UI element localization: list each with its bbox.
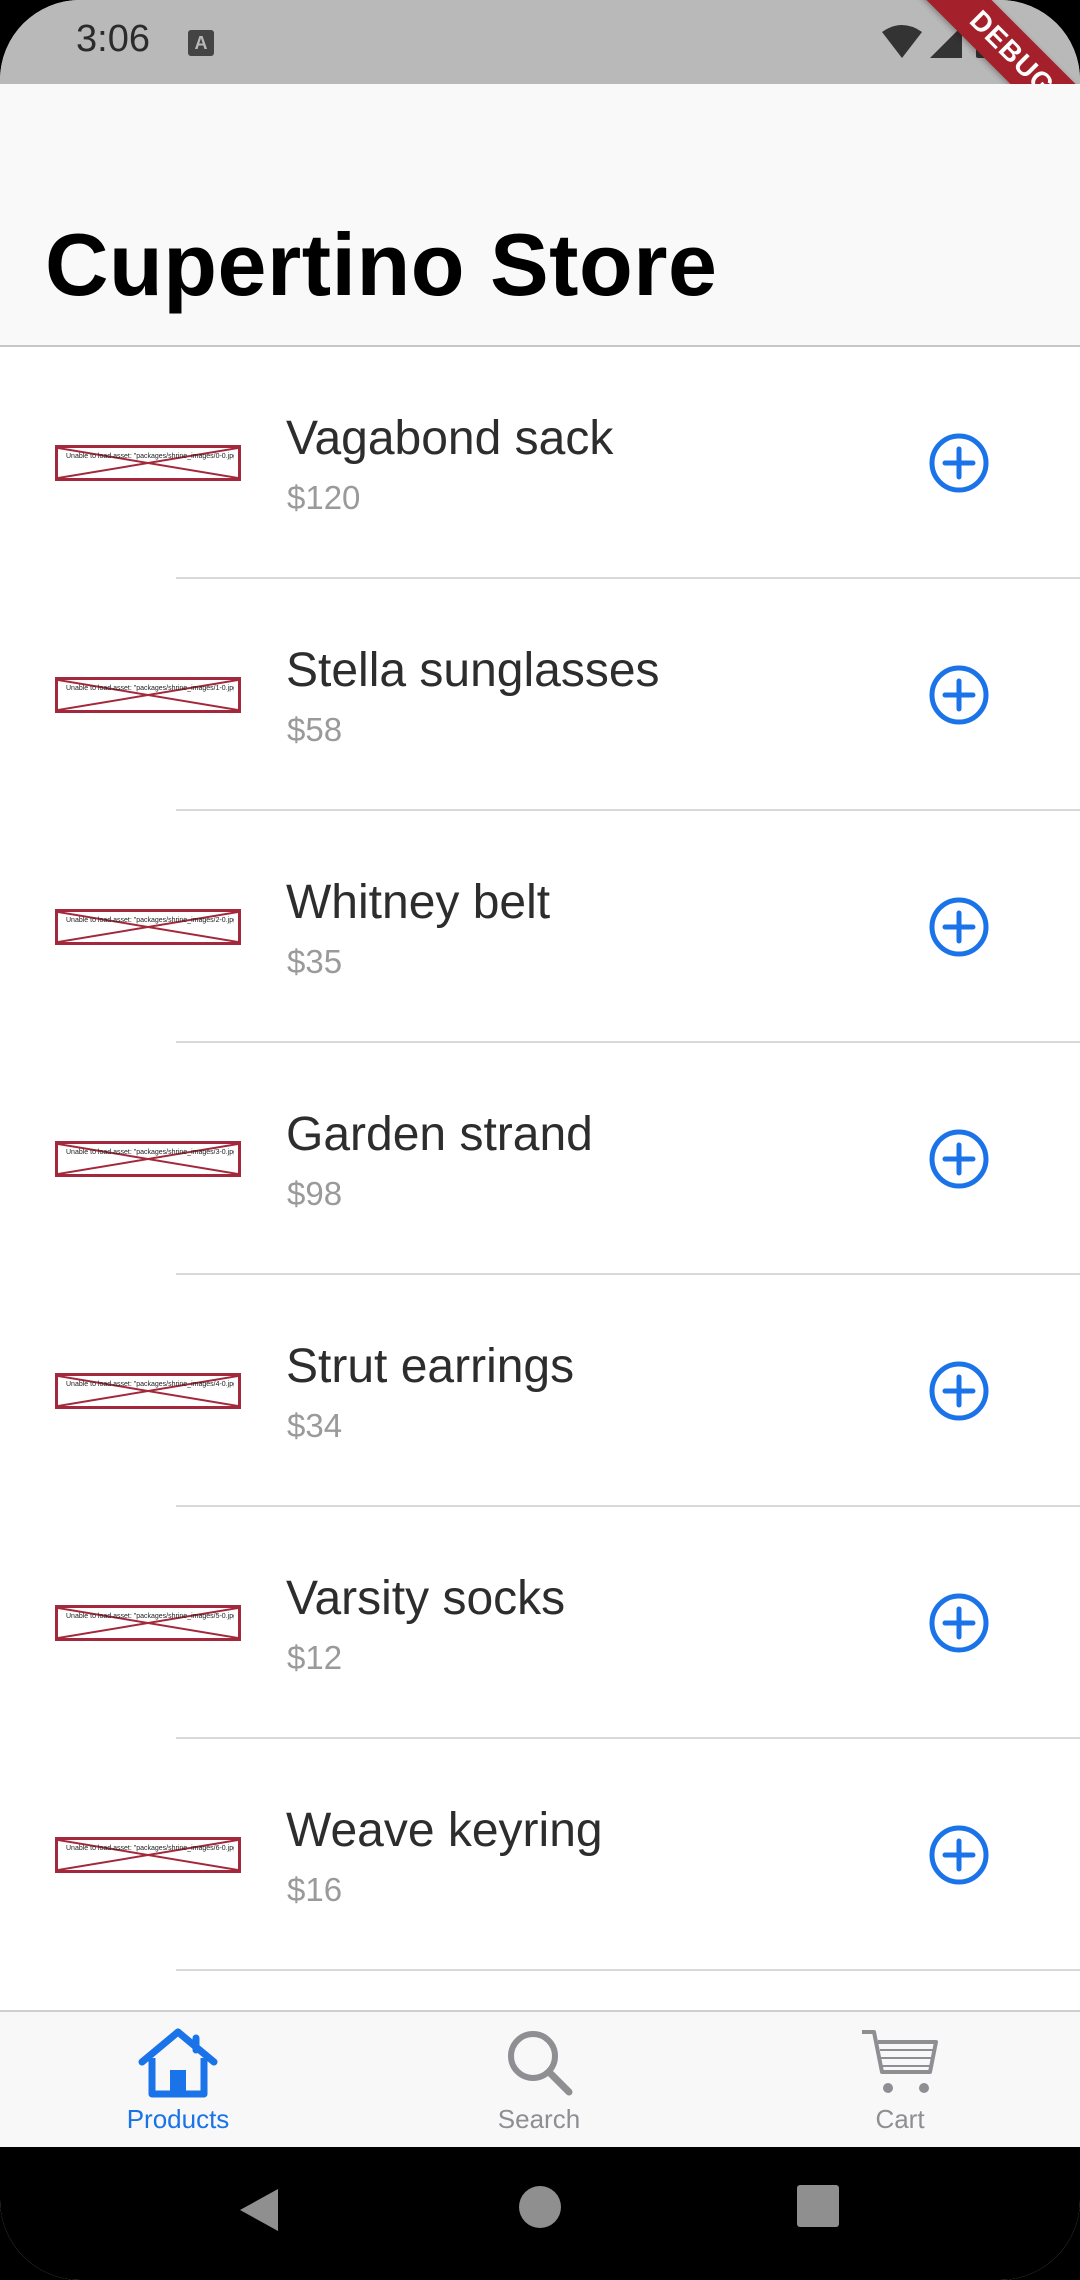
product-price: $34 (287, 1407, 343, 1444)
back-icon[interactable] (236, 2185, 282, 2235)
product-image-error: Unable to load asset: "packages/shrine_i… (55, 445, 241, 481)
product-name: Strut earrings (286, 1340, 575, 1393)
image-error-text: Unable to load asset: "packages/shrine_i… (66, 685, 234, 692)
product-image-error: Unable to load asset: "packages/shrine_i… (55, 909, 241, 945)
add-to-cart-icon[interactable] (928, 664, 990, 726)
tab-search-label: Search (497, 2104, 581, 2134)
home-button-icon[interactable] (518, 2185, 562, 2229)
product-price: $12 (287, 1639, 343, 1676)
list-item[interactable]: Unable to load asset: "packages/shrine_i… (0, 1507, 1080, 1739)
add-to-cart-icon[interactable] (928, 1360, 990, 1422)
list-item[interactable]: Unable to load asset: "packages/shrine_i… (0, 1739, 1080, 1971)
status-time: 3:06 (76, 18, 150, 60)
recents-icon[interactable] (797, 2185, 839, 2227)
product-name: Vagabond sack (286, 412, 614, 465)
product-image-error: Unable to load asset: "packages/shrine_i… (55, 1605, 241, 1641)
list-item[interactable]: Unable to load asset: "packages/shrine_i… (0, 579, 1080, 811)
image-error-text: Unable to load asset: "packages/shrine_i… (66, 917, 234, 924)
device-screen: 3:06 A DEBUG Cupertino Store Unable to l… (0, 0, 1080, 2280)
add-to-cart-icon[interactable] (928, 1824, 990, 1886)
system-navigation-bar (0, 2147, 1080, 2280)
list-item[interactable]: Unable to load asset: "packages/shrine_i… (0, 347, 1080, 579)
image-error-text: Unable to load asset: "packages/shrine_i… (66, 1613, 234, 1620)
product-price: $16 (287, 1871, 343, 1908)
add-to-cart-icon[interactable] (928, 432, 990, 494)
tab-cart[interactable]: Cart (800, 2012, 1000, 2149)
home-icon (138, 2028, 218, 2098)
product-name: Stella sunglasses (286, 644, 660, 697)
product-image-error: Unable to load asset: "packages/shrine_i… (55, 677, 241, 713)
add-to-cart-icon[interactable] (928, 896, 990, 958)
image-error-text: Unable to load asset: "packages/shrine_i… (66, 453, 234, 460)
page-title: Cupertino Store (45, 215, 718, 314)
product-name: Weave keyring (286, 1804, 603, 1857)
product-name: Garden strand (286, 1108, 593, 1161)
product-name: Varsity socks (286, 1572, 566, 1625)
add-to-cart-icon[interactable] (928, 1592, 990, 1654)
product-price: $120 (287, 479, 361, 516)
search-icon (508, 2031, 573, 2096)
product-list: Unable to load asset: "packages/shrine_i… (0, 347, 1080, 1971)
product-price: $98 (287, 1175, 343, 1212)
list-item[interactable]: Unable to load asset: "packages/shrine_i… (0, 1043, 1080, 1275)
image-error-text: Unable to load asset: "packages/shrine_i… (66, 1381, 234, 1388)
image-error-text: Unable to load asset: "packages/shrine_i… (66, 1845, 234, 1852)
status-bar: 3:06 A (0, 0, 1080, 84)
navigation-bar: Cupertino Store (0, 84, 1080, 347)
product-image-error: Unable to load asset: "packages/shrine_i… (55, 1837, 241, 1873)
list-item[interactable]: Unable to load asset: "packages/shrine_i… (0, 1275, 1080, 1507)
tab-products[interactable]: Products (78, 2012, 278, 2149)
product-name: Whitney belt (286, 876, 551, 929)
tab-cart-label: Cart (875, 2104, 925, 2134)
list-item[interactable]: Unable to load asset: "packages/shrine_i… (0, 811, 1080, 1043)
tab-bar: Products Search Cart (0, 2010, 1080, 2147)
tab-search[interactable]: Search (439, 2012, 639, 2149)
tab-products-label: Products (126, 2104, 230, 2134)
product-image-error: Unable to load asset: "packages/shrine_i… (55, 1141, 241, 1177)
product-price: $58 (287, 711, 343, 748)
product-image-error: Unable to load asset: "packages/shrine_i… (55, 1373, 241, 1409)
cart-icon (862, 2030, 938, 2093)
product-price: $35 (287, 943, 343, 980)
add-to-cart-icon[interactable] (928, 1128, 990, 1190)
row-divider (176, 1969, 1080, 1971)
notification-a-icon: A (188, 30, 214, 56)
image-error-text: Unable to load asset: "packages/shrine_i… (66, 1149, 234, 1156)
wifi-icon (882, 25, 922, 58)
